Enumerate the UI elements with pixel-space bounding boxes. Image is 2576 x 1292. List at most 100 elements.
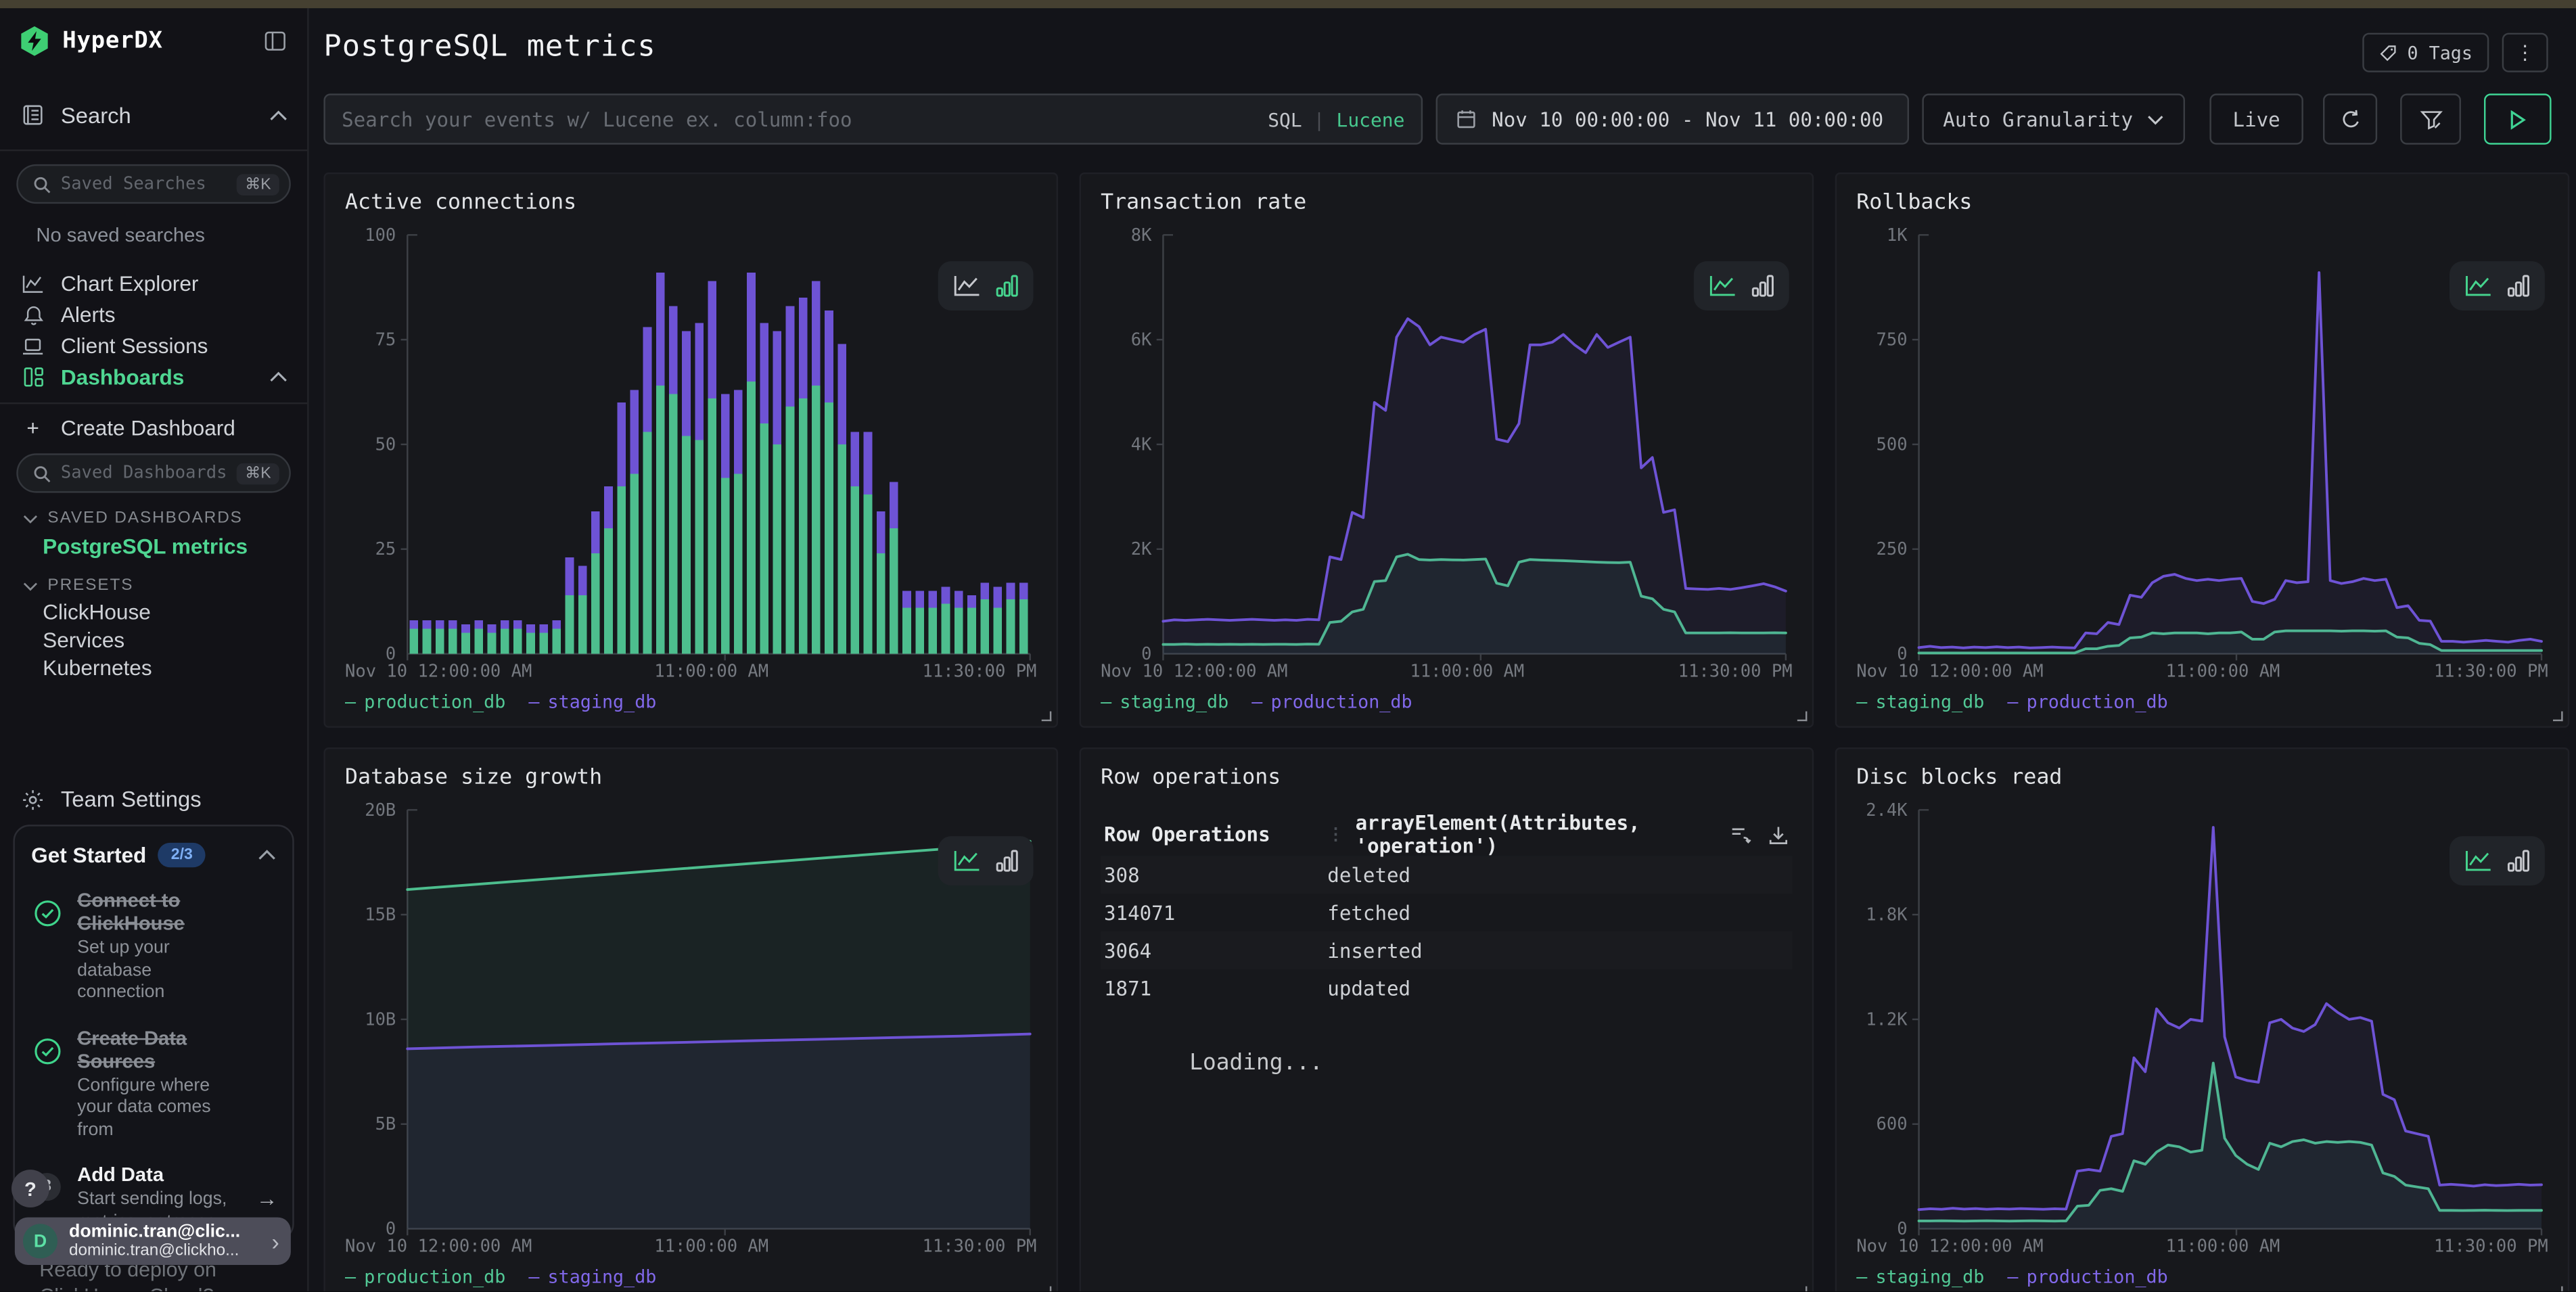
x-tick: 11:00:00 AM [2166, 1237, 2280, 1257]
chevron-up-icon[interactable] [269, 371, 288, 383]
hyperdx-app: HyperDX Search ⌘K No saved searches [0, 0, 2576, 1291]
event-search-box[interactable]: SQL | Lucene [323, 93, 1423, 144]
run-query-button[interactable] [2484, 93, 2552, 144]
legend: —staging_db —production_db [1856, 1258, 2548, 1291]
svg-text:500: 500 [1877, 434, 1908, 455]
svg-text:4K: 4K [1131, 434, 1152, 455]
get-started-step-1[interactable]: Connect to ClickHouse Set up your databa… [31, 889, 276, 1005]
legend-swatch: — [528, 1266, 539, 1287]
lucene-mode-toggle[interactable]: Lucene [1337, 108, 1405, 131]
x-tick: 11:30:00 PM [2434, 662, 2548, 682]
sidebar-item-search[interactable]: Search [0, 91, 307, 140]
resize-handle[interactable] [1797, 712, 1808, 722]
resize-handle[interactable] [2553, 1287, 2563, 1291]
live-button[interactable]: Live [2209, 93, 2303, 144]
mode-divider: | [1314, 108, 1325, 131]
filter-button[interactable] [2400, 93, 2461, 144]
saved-searches-input[interactable] [61, 174, 227, 193]
resize-handle[interactable] [1042, 1287, 1052, 1291]
legend-item[interactable]: —production_db [2007, 691, 2167, 712]
legend-item[interactable]: —production_db [2007, 1266, 2167, 1287]
legend-item[interactable]: —staging_db [1101, 691, 1228, 712]
tags-button[interactable]: 0 Tags [2363, 33, 2489, 72]
legend-item[interactable]: —staging_db [528, 691, 656, 712]
more-options-button[interactable]: ⋮ [2502, 33, 2548, 72]
resize-handle[interactable] [2553, 712, 2563, 722]
get-started-step-2[interactable]: Create Data Sources Configure where your… [31, 1026, 276, 1142]
sidebar-item-clickhouse[interactable]: ClickHouse [0, 598, 307, 626]
sidebar-item-kubernetes[interactable]: Kubernetes [0, 654, 307, 682]
table-row[interactable]: 308deleted [1101, 856, 1792, 894]
svg-text:750: 750 [1877, 330, 1908, 350]
sidebar-item-dashboards[interactable]: Dashboards [0, 361, 307, 392]
event-search-input[interactable] [342, 108, 1255, 131]
step-title: Connect to ClickHouse [77, 889, 235, 935]
loading-indicator: Loading... [1189, 1050, 1792, 1076]
chart-line-icon [20, 273, 46, 293]
x-tick: Nov 10 12:00:00 AM [345, 1237, 532, 1257]
bar-chart-icon[interactable] [996, 850, 1019, 873]
legend-item[interactable]: —staging_db [1856, 691, 1984, 712]
granularity-select[interactable]: Auto Granularity [1922, 93, 2185, 144]
sql-mode-toggle[interactable]: SQL [1268, 108, 1302, 131]
user-menu[interactable]: D dominic.tran@clic... dominic.tran@clic… [15, 1218, 291, 1265]
resize-handle[interactable] [1042, 712, 1052, 722]
bar-chart-icon[interactable] [1751, 275, 1774, 298]
sidebar-item-team-settings[interactable]: Team Settings [0, 783, 307, 814]
table-row[interactable]: 3064inserted [1101, 931, 1792, 969]
table-row[interactable]: 1871updated [1101, 969, 1792, 1007]
saved-dashboards-section[interactable]: SAVED DASHBOARDS [23, 509, 307, 528]
resize-handle[interactable] [1797, 1287, 1808, 1291]
filter-edit-icon [2419, 108, 2442, 131]
bar-chart-icon[interactable] [2507, 850, 2530, 873]
legend: —production_db —staging_db [345, 1258, 1036, 1291]
refresh-button[interactable] [2323, 93, 2377, 144]
disc-blocks-read-chart: 2.4K1.8K1.2K6000 [1856, 793, 2548, 1237]
active-connections-chart: 1007550250 [345, 218, 1036, 662]
saved-dashboards-input[interactable] [61, 463, 227, 483]
help-button[interactable]: ? [12, 1170, 49, 1207]
svg-text:15B: 15B [365, 905, 396, 925]
sidebar-item-postgresql-metrics[interactable]: PostgreSQL metrics [0, 532, 307, 560]
table-row[interactable]: 314071fetched [1101, 894, 1792, 931]
chevron-down-icon [23, 580, 38, 591]
x-tick: 11:30:00 PM [1678, 662, 1793, 682]
legend-item[interactable]: —staging_db [528, 1266, 656, 1287]
bar-chart-icon[interactable] [2507, 275, 2530, 298]
line-chart-icon[interactable] [2464, 275, 2492, 298]
create-dashboard-button[interactable]: + Create Dashboard [0, 413, 307, 444]
saved-dashboards-search[interactable]: ⌘K [16, 453, 291, 492]
chevron-up-icon[interactable] [258, 850, 276, 861]
line-chart-icon[interactable] [2464, 850, 2492, 873]
legend-item[interactable]: —production_db [1251, 691, 1412, 712]
presets-section[interactable]: PRESETS [23, 576, 307, 595]
download-icon[interactable] [1768, 824, 1789, 846]
sidebar-item-client-sessions[interactable]: Client Sessions [0, 330, 307, 361]
sidebar-item-chart-explorer[interactable]: Chart Explorer [0, 268, 307, 299]
column-header[interactable]: Row Operations [1101, 823, 1327, 846]
sidebar-item-services[interactable]: Services [0, 626, 307, 653]
live-label: Live [2233, 108, 2280, 131]
line-chart-icon[interactable] [953, 850, 981, 873]
sidebar-item-alerts[interactable]: Alerts [0, 299, 307, 330]
svg-text:0: 0 [386, 1219, 396, 1237]
laptop-icon [20, 336, 46, 356]
chevron-up-icon[interactable] [269, 109, 288, 120]
legend-item[interactable]: —staging_db [1856, 1266, 1984, 1287]
saved-searches-search[interactable]: ⌘K [16, 164, 291, 204]
cell-operation: deleted [1327, 863, 1792, 886]
filter-rows-icon[interactable] [1730, 824, 1751, 846]
sidebar-collapse-icon[interactable] [263, 30, 288, 53]
chart-type-toggle [2450, 836, 2545, 885]
time-range-picker[interactable]: Nov 10 00:00:00 - Nov 11 00:00:00 [1436, 93, 1909, 144]
legend-swatch: — [528, 691, 539, 712]
line-chart-icon[interactable] [1709, 275, 1736, 298]
svg-text:50: 50 [375, 434, 396, 455]
x-tick: Nov 10 12:00:00 AM [1856, 1237, 2043, 1257]
column-header[interactable]: arrayElement(Attributes, 'operation') [1356, 812, 1730, 858]
legend-item[interactable]: —production_db [345, 1266, 505, 1287]
line-chart-icon[interactable] [953, 275, 981, 298]
bar-chart-icon[interactable] [996, 275, 1019, 298]
column-resize-handle[interactable]: ⋮ [1327, 825, 1343, 844]
legend-item[interactable]: —production_db [345, 691, 505, 712]
